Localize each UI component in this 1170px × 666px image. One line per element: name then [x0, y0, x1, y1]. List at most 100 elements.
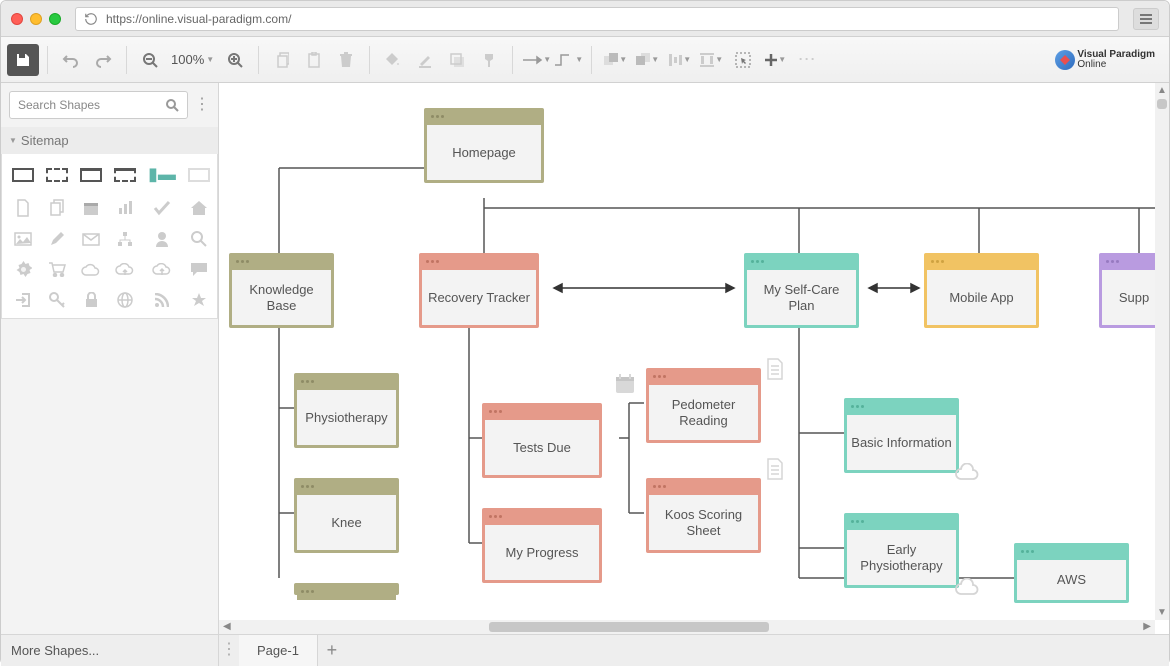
add-button[interactable]: ▼: [760, 45, 790, 75]
shape-page[interactable]: [80, 164, 102, 185]
horizontal-scrollbar[interactable]: ◀▶: [219, 620, 1155, 634]
page-tab-1[interactable]: Page-1: [239, 635, 318, 666]
selection-mode-button[interactable]: [728, 45, 758, 75]
key-icon[interactable]: [46, 292, 68, 308]
search-placeholder: Search Shapes: [18, 98, 165, 112]
node-knee[interactable]: Knee: [294, 478, 399, 553]
brand-name: Visual Paradigm: [1077, 50, 1155, 60]
format-paint-button[interactable]: [474, 45, 504, 75]
undo-button[interactable]: [56, 45, 86, 75]
copy-button[interactable]: [267, 45, 297, 75]
more-actions-button[interactable]: ⋯: [792, 45, 822, 75]
window-titlebar: https://online.visual-paradigm.com/: [1, 1, 1169, 37]
shape-rect-dashed[interactable]: [46, 164, 68, 185]
folder-icon[interactable]: ▮▬: [148, 164, 176, 185]
redo-button[interactable]: [88, 45, 118, 75]
cloud-icon[interactable]: [80, 261, 102, 278]
save-button[interactable]: [7, 44, 39, 76]
sidebar-options-button[interactable]: ⋮: [194, 103, 210, 108]
fill-color-button[interactable]: [378, 45, 408, 75]
node-partial[interactable]: [294, 583, 399, 595]
node-koos[interactable]: Koos Scoring Sheet: [646, 478, 761, 553]
node-knowledge-base[interactable]: Knowledge Base: [229, 253, 334, 328]
search-icon: [165, 98, 179, 112]
stroke-color-button[interactable]: [410, 45, 440, 75]
rss-icon[interactable]: [148, 292, 176, 308]
user-icon[interactable]: [148, 231, 176, 247]
more-shapes-button[interactable]: More Shapes...: [1, 635, 219, 666]
node-aws[interactable]: AWS: [1014, 543, 1129, 603]
cloud-decoration-icon: [954, 578, 980, 596]
minimize-window-button[interactable]: [30, 13, 42, 25]
distribute-button[interactable]: ▼: [696, 45, 726, 75]
status-bar: More Shapes... ⋮ Page-1 +: [1, 634, 1169, 666]
connector-waypoint-button[interactable]: ▼: [553, 45, 583, 75]
check-icon[interactable]: [148, 199, 176, 217]
to-back-button[interactable]: ▼: [632, 45, 662, 75]
star-icon[interactable]: [188, 292, 210, 308]
shape-blank[interactable]: [188, 164, 210, 185]
maximize-window-button[interactable]: [49, 13, 61, 25]
node-physiotherapy[interactable]: Physiotherapy: [294, 373, 399, 448]
paste-button[interactable]: [299, 45, 329, 75]
node-mobile-app[interactable]: Mobile App: [924, 253, 1039, 328]
zoom-value: 100%: [171, 52, 204, 67]
cart-icon[interactable]: [46, 261, 68, 278]
node-early-physio[interactable]: Early Physiotherapy: [844, 513, 959, 588]
copy-icon[interactable]: [46, 199, 68, 217]
node-tests-due[interactable]: Tests Due: [482, 403, 602, 478]
cloud-sync-icon[interactable]: [114, 261, 136, 278]
shape-rect[interactable]: [12, 164, 34, 185]
search-shapes-input[interactable]: Search Shapes: [9, 91, 188, 119]
category-header-sitemap[interactable]: ▼Sitemap: [1, 127, 218, 154]
cloud-upload-icon[interactable]: [148, 261, 176, 278]
delete-button[interactable]: [331, 45, 361, 75]
to-front-button[interactable]: ▼: [600, 45, 630, 75]
node-support[interactable]: Supp: [1099, 253, 1155, 328]
url-bar[interactable]: https://online.visual-paradigm.com/: [75, 7, 1119, 31]
mail-icon[interactable]: [80, 231, 102, 247]
zoom-level-dropdown[interactable]: 100%▼: [167, 52, 218, 67]
node-self-care-plan[interactable]: My Self-Care Plan: [744, 253, 859, 328]
shape-palette: ▮▬: [1, 154, 218, 319]
image-icon[interactable]: [12, 231, 34, 247]
home-icon[interactable]: [188, 199, 210, 217]
chevron-down-icon: ▼: [9, 136, 17, 145]
login-icon[interactable]: [12, 292, 34, 308]
node-homepage[interactable]: Homepage: [424, 108, 544, 183]
chat-icon[interactable]: [188, 261, 210, 278]
pencil-icon[interactable]: [46, 231, 68, 247]
node-pedometer[interactable]: Pedometer Reading: [646, 368, 761, 443]
search-shape-icon[interactable]: [188, 231, 210, 247]
shape-page-dashed[interactable]: [114, 164, 136, 185]
brand-sub: Online: [1077, 60, 1155, 70]
node-basic-info[interactable]: Basic Information: [844, 398, 959, 473]
add-page-button[interactable]: +: [318, 635, 346, 666]
chart-icon[interactable]: [114, 199, 136, 217]
node-my-progress[interactable]: My Progress: [482, 508, 602, 583]
cloud-decoration-icon: [954, 463, 980, 481]
browser-menu-button[interactable]: [1133, 8, 1159, 30]
brand-logo[interactable]: Visual ParadigmOnline: [1055, 50, 1155, 70]
gear-icon[interactable]: [12, 261, 34, 278]
connector-straight-button[interactable]: ▼: [521, 45, 551, 75]
vertical-scrollbar[interactable]: ▲▼: [1155, 83, 1169, 620]
page-tabs-grip[interactable]: ⋮: [219, 635, 239, 666]
zoom-out-button[interactable]: [135, 45, 165, 75]
app-toolbar: 100%▼ ▼ ▼ ▼ ▼ ▼ ▼ ▼ ⋯ Visual ParadigmOnl…: [1, 37, 1169, 83]
lock-icon[interactable]: [80, 292, 102, 308]
canvas-area[interactable]: Homepage Knowledge Base Recovery Tracker…: [219, 83, 1169, 634]
url-text: https://online.visual-paradigm.com/: [106, 12, 291, 26]
reload-icon[interactable]: [84, 12, 98, 26]
shapes-sidebar: Search Shapes ⋮ ▼Sitemap ▮▬: [1, 83, 219, 634]
node-recovery-tracker[interactable]: Recovery Tracker: [419, 253, 539, 328]
sitemap-icon[interactable]: [114, 231, 136, 247]
window-controls: [11, 13, 61, 25]
shadow-button[interactable]: [442, 45, 472, 75]
globe-icon[interactable]: [114, 292, 136, 308]
close-window-button[interactable]: [11, 13, 23, 25]
align-button[interactable]: ▼: [664, 45, 694, 75]
calendar-icon[interactable]: [80, 199, 102, 217]
zoom-in-button[interactable]: [220, 45, 250, 75]
document-icon[interactable]: [12, 199, 34, 217]
